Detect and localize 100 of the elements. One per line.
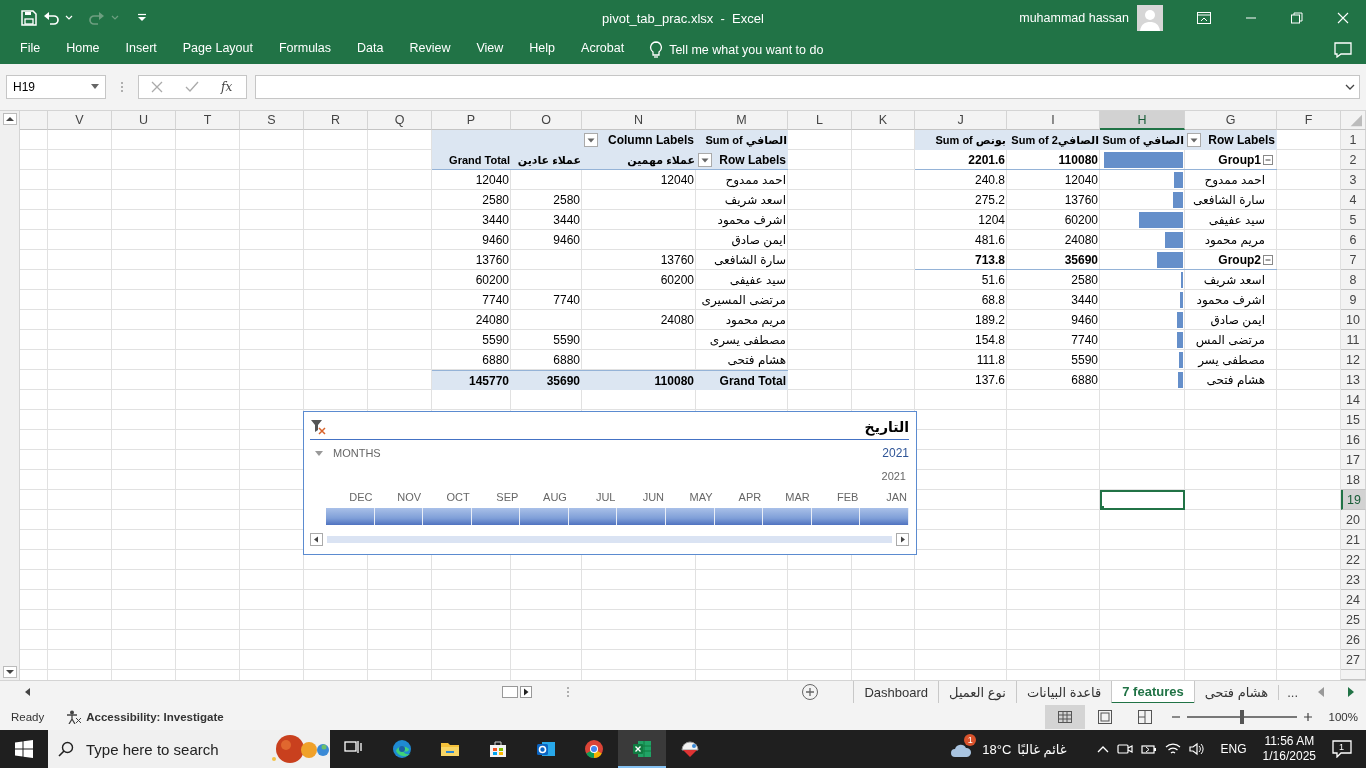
row-header[interactable]: 25 (1341, 610, 1366, 630)
row-header[interactable]: 21 (1341, 530, 1366, 550)
row-header[interactable]: 20 (1341, 510, 1366, 530)
save-icon[interactable] (21, 10, 37, 26)
accessibility-status[interactable]: Accessibility: Investigate (86, 710, 224, 723)
caret-icon[interactable] (65, 14, 73, 22)
close-icon[interactable] (1337, 12, 1349, 24)
scroll-up-icon[interactable] (2, 113, 17, 125)
ribbon-tab[interactable]: Page Layout (169, 38, 266, 62)
row-header[interactable]: 13 (1341, 370, 1366, 390)
column-header[interactable]: V (48, 111, 112, 130)
wifi-icon[interactable] (1164, 742, 1181, 756)
battery-icon[interactable] (1140, 742, 1157, 756)
row-header[interactable]: 24 (1341, 590, 1366, 610)
month-bar[interactable] (423, 508, 472, 525)
row-header[interactable]: 2 (1341, 150, 1366, 170)
ribbon-tab[interactable]: View (463, 38, 517, 62)
normal-view-icon[interactable] (1044, 704, 1085, 729)
scroll-thumb[interactable] (502, 686, 518, 698)
row-header[interactable]: 12 (1341, 350, 1366, 370)
month-bar[interactable] (326, 508, 375, 525)
column-header[interactable]: J (915, 111, 1007, 130)
column-header[interactable]: H (1100, 111, 1185, 130)
filter-header[interactable]: Row Labels (1185, 130, 1277, 150)
column-header[interactable]: M (696, 111, 788, 130)
check-icon[interactable] (185, 81, 199, 93)
row-header[interactable]: 16 (1341, 430, 1366, 450)
row-header[interactable]: 1 (1341, 130, 1366, 150)
row-header[interactable]: 6 (1341, 230, 1366, 250)
ribbon-tab[interactable]: Home (53, 38, 113, 62)
next-sheet-icon[interactable] (1347, 687, 1355, 697)
column-header[interactable]: G (1185, 111, 1277, 130)
row-header[interactable]: 14 (1341, 390, 1366, 410)
column-header[interactable]: L (788, 111, 852, 130)
ribbon-tab[interactable]: Insert (112, 38, 170, 62)
column-header[interactable]: U (112, 111, 176, 130)
row-header[interactable]: 11 (1341, 330, 1366, 350)
previous-sheet-icon[interactable] (1317, 687, 1325, 697)
row-header[interactable]: 10 (1341, 310, 1366, 330)
row-header[interactable]: 3 (1341, 170, 1366, 190)
notifications-icon[interactable] (1332, 740, 1352, 758)
column-header[interactable]: K (852, 111, 915, 130)
month-bar[interactable] (860, 508, 909, 525)
vertical-scrollbar[interactable] (0, 111, 20, 680)
month-bar[interactable] (666, 508, 715, 525)
slider-thumb[interactable] (1239, 709, 1244, 724)
scroll-down-icon[interactable] (2, 666, 17, 678)
column-header[interactable]: T (176, 111, 240, 130)
start-icon[interactable] (15, 740, 33, 758)
clear-filter-icon[interactable] (310, 419, 326, 435)
row-header[interactable]: 17 (1341, 450, 1366, 470)
month-bar[interactable] (763, 508, 812, 525)
selected-cell[interactable] (1100, 490, 1185, 510)
row-header[interactable]: 9 (1341, 290, 1366, 310)
row-header[interactable]: 23 (1341, 570, 1366, 590)
ribbon-tab[interactable]: Help (516, 38, 569, 62)
comment-icon[interactable] (1334, 42, 1352, 58)
month-bar[interactable] (471, 508, 521, 525)
row-header[interactable]: 18 (1341, 470, 1366, 490)
filter-header[interactable]: Column Labels (582, 130, 696, 150)
add-sheet-icon[interactable] (801, 683, 820, 701)
row-header[interactable]: 8 (1341, 270, 1366, 290)
collapse-icon[interactable] (1263, 254, 1273, 265)
ribbon-tab[interactable]: Review (396, 38, 464, 62)
column-header[interactable]: S (240, 111, 304, 130)
search-field[interactable]: Type here to search (86, 740, 256, 758)
ribbon-tab[interactable]: Formulas (265, 38, 345, 62)
ribbon-tab[interactable]: File (7, 38, 54, 62)
zoom-level[interactable]: 100% (1328, 710, 1358, 723)
tell-me-search[interactable]: Tell me what you want to do (669, 40, 824, 60)
sheet-tab[interactable]: 7 features (1111, 680, 1194, 704)
filter-header[interactable]: Row Labels (696, 150, 788, 170)
month-bar[interactable] (811, 508, 861, 525)
row-header[interactable]: 7 (1341, 250, 1366, 270)
column-header[interactable]: O (511, 111, 582, 130)
expand-icon[interactable] (1345, 84, 1355, 90)
ribbon-display-icon[interactable] (1197, 12, 1211, 24)
row-header[interactable]: 22 (1341, 550, 1366, 570)
formula-input[interactable] (255, 75, 1360, 99)
column-header[interactable]: N (582, 111, 696, 130)
month-bar[interactable] (568, 508, 618, 525)
column-header[interactable]: R (304, 111, 368, 130)
column-header[interactable]: P (432, 111, 511, 130)
row-header[interactable]: 15 (1341, 410, 1366, 430)
collapse-icon[interactable] (1263, 154, 1273, 165)
column-header[interactable]: I (1007, 111, 1100, 130)
caret-icon[interactable] (91, 84, 99, 90)
chevron-up-icon[interactable] (1096, 745, 1109, 753)
month-bar[interactable] (520, 508, 569, 525)
row-header[interactable]: 5 (1341, 210, 1366, 230)
name-box[interactable]: H19 (6, 75, 106, 99)
search-bar[interactable]: Type here to search (48, 730, 330, 768)
accessibility-icon[interactable] (66, 709, 83, 724)
ribbon-tab[interactable]: Data (344, 38, 397, 62)
row-header[interactable]: 19 (1341, 490, 1366, 510)
scroll-right-icon[interactable] (520, 686, 532, 698)
customize-icon[interactable] (137, 13, 147, 23)
split-handle-icon[interactable] (566, 686, 570, 698)
time-level-dropdown[interactable]: MONTHS (310, 447, 381, 459)
row-header[interactable]: 4 (1341, 190, 1366, 210)
